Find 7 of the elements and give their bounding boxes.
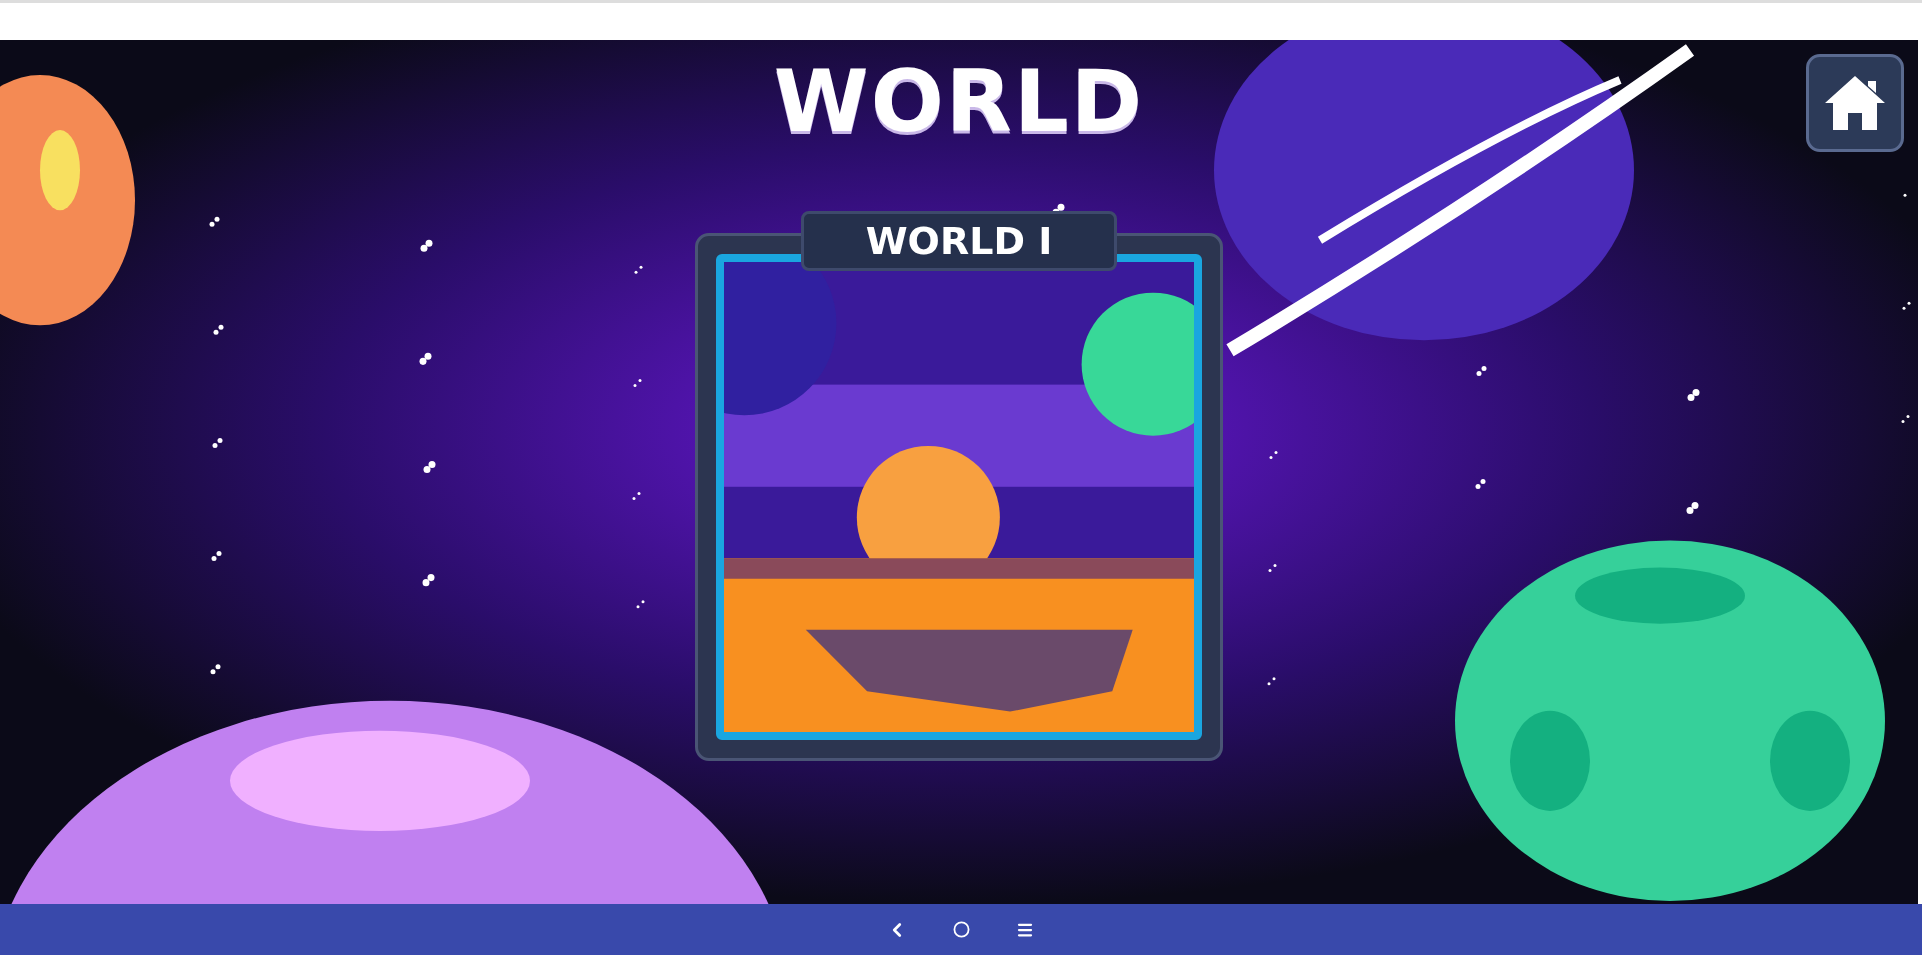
star-dot bbox=[1903, 193, 1907, 197]
circle-icon bbox=[952, 921, 970, 938]
star-dot bbox=[1269, 456, 1273, 459]
world-label: WORLD I bbox=[801, 210, 1117, 271]
star-dot bbox=[1274, 451, 1278, 454]
screen-title: WORLD bbox=[773, 54, 1145, 149]
home-button[interactable] bbox=[1806, 54, 1904, 152]
